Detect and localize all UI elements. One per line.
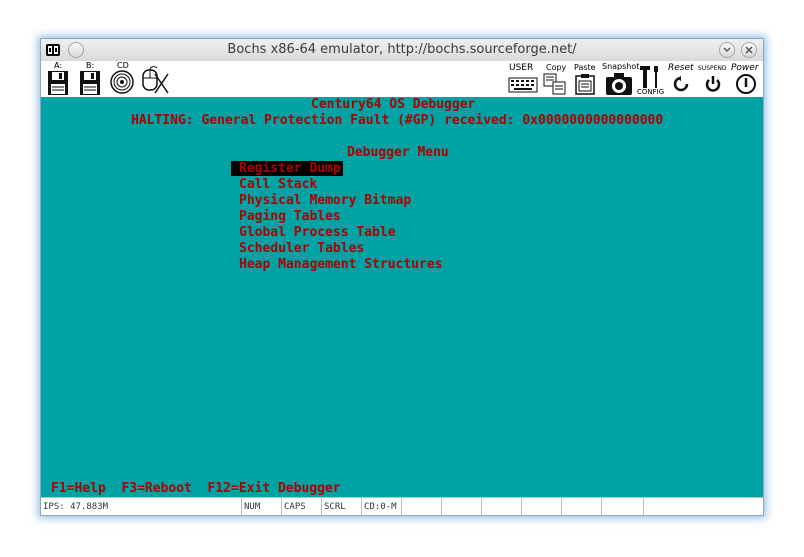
close-icon [745,46,753,54]
bochs-toolbar: A: B: CD USER Copy Paste Snapshot CONFIG… [41,61,763,98]
menu-item[interactable]: Heap Management Structures [239,257,443,272]
menu-item[interactable]: Paging Tables [239,209,341,224]
user-button[interactable]: USER [507,61,539,97]
status-slot [643,498,763,515]
floppy-b-button[interactable]: B: [77,61,103,97]
suspend-icon [705,76,721,92]
status-bar: IPS: 47.883M NUM CAPS SCRL CD:0-M [41,497,763,515]
reset-icon [673,76,689,92]
paste-label: Paste [574,63,596,72]
ips-indicator: IPS: 47.883M [43,502,109,512]
camera-icon [606,73,632,95]
status-slot [481,498,521,515]
cdrom-button[interactable]: CD [109,61,135,97]
menu-item[interactable]: Call Stack [239,177,317,192]
menu-item[interactable]: Physical Memory Bitmap [239,193,411,208]
cdrom-label: CD [117,61,129,70]
suspend-button[interactable]: SUSPEND [697,61,729,97]
power-button[interactable]: Power [729,61,761,97]
status-slot [601,498,643,515]
reset-button[interactable]: Reset [667,61,695,97]
wrench-icon [640,66,658,88]
chevron-down-icon [723,47,731,53]
floppy-disk-icon [80,71,100,95]
cdrom-indicator: CD:0-M [361,498,401,515]
copy-button[interactable]: Copy [541,61,569,97]
mouse-capture-button[interactable] [139,61,169,97]
caps-lock-indicator: CAPS [281,498,321,515]
status-slot [521,498,561,515]
debugger-title: Century64 OS Debugger [311,97,476,112]
mouse-icon [142,66,169,94]
copy-icon [543,73,566,95]
menu-item[interactable]: Scheduler Tables [239,241,364,256]
minimize-button[interactable] [719,42,735,58]
power-label: Power [731,63,759,73]
status-slot [561,498,601,515]
status-slot [401,498,441,515]
floppy-a-label: A: [54,61,63,70]
paste-icon [575,74,595,95]
menu-title: Debugger Menu [347,145,449,160]
emulator-screen[interactable]: Century64 OS Debugger HALTING: General P… [41,97,763,497]
reset-label: Reset [668,63,694,73]
paste-button[interactable]: Paste [571,61,599,97]
bochs-window: Bochs x86-64 emulator, http://bochs.sour… [40,38,764,516]
function-key-help: F1=Help F3=Reboot F12=Exit Debugger [51,481,341,496]
floppy-disk-icon [48,71,68,95]
floppy-b-label: B: [86,61,95,70]
copy-label: Copy [546,63,567,72]
config-button[interactable]: CONFIG [637,61,665,97]
window-title: Bochs x86-64 emulator, http://bochs.sour… [227,42,577,57]
cd-icon [110,70,134,94]
config-label: CONFIG [637,88,665,96]
status-slot [441,498,481,515]
halt-message: HALTING: General Protection Fault (#GP) … [131,113,664,128]
menu-item[interactable]: Register Dump [231,161,343,176]
menu-item[interactable]: Global Process Table [239,225,396,240]
scroll-lock-indicator: SCRL [321,498,361,515]
title-bar[interactable]: Bochs x86-64 emulator, http://bochs.sour… [41,39,763,62]
suspend-label: SUSPEND [698,65,727,72]
num-lock-indicator: NUM [241,498,281,515]
user-label: USER [509,63,534,73]
power-icon [736,74,756,94]
snapshot-label: Snapshot [602,62,640,71]
floppy-a-button[interactable]: A: [45,61,71,97]
keyboard-icon [508,77,538,93]
close-button[interactable] [741,42,757,58]
snapshot-button[interactable]: Snapshot [601,61,640,97]
